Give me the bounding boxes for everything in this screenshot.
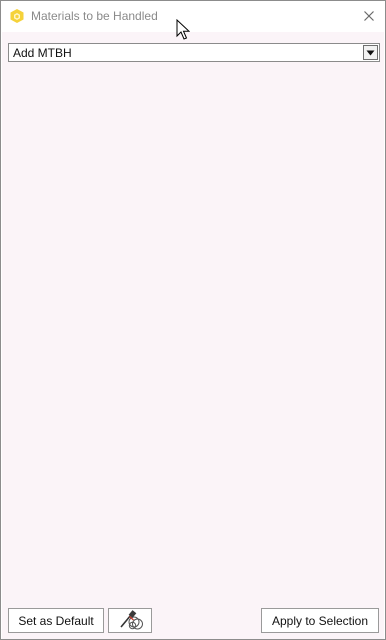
add-mtbh-dropdown[interactable]: Add MTBH [8,43,380,62]
apply-to-selection-button[interactable]: Apply to Selection [261,608,379,633]
content-panel: Add MTBH Set as Default Apply to Selecti… [2,32,384,639]
window-title: Materials to be Handled [31,9,158,23]
eyedropper-button[interactable] [108,608,152,633]
set-as-default-button[interactable]: Set as Default [8,608,104,633]
materials-to-be-handled-window: Materials to be Handled Add MTBH Set as … [0,0,386,640]
title-bar: Materials to be Handled [1,1,385,32]
close-icon[interactable] [357,4,381,28]
hexagon-app-icon [9,8,25,24]
eyedropper-icon [115,608,145,633]
chevron-down-icon[interactable] [363,45,378,60]
dropdown-value: Add MTBH [13,45,72,60]
